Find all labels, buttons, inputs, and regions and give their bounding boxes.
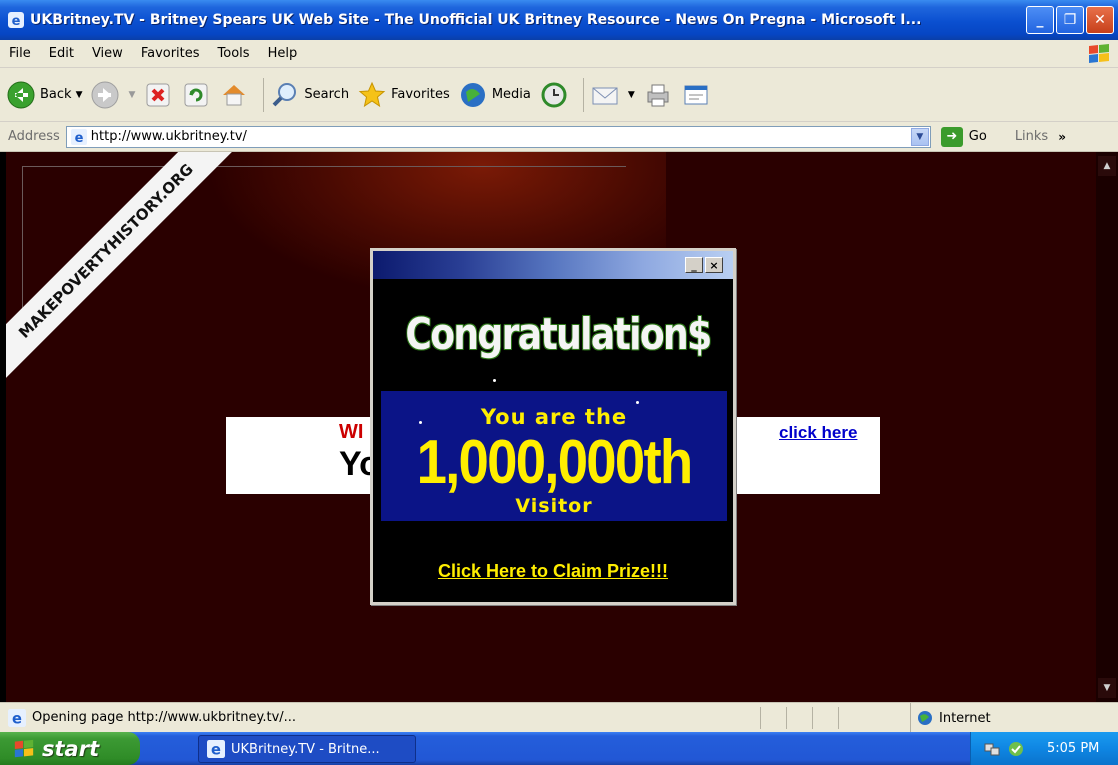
windows-logo-icon (14, 739, 34, 757)
windows-logo-icon (1089, 44, 1109, 63)
toolbar-separator (263, 77, 265, 112)
toolbar: Back ▼ ▼ Search Favorites Media ▼ (0, 68, 1118, 122)
start-label: start (42, 736, 100, 761)
popup-titlebar[interactable]: _ × (373, 251, 733, 279)
sparkle (493, 379, 496, 382)
window-title: UKBritney.TV - Britney Spears UK Web Sit… (30, 12, 922, 28)
menu-edit[interactable]: Edit (40, 46, 83, 61)
svg-text:e: e (74, 131, 83, 145)
search-icon (272, 82, 297, 106)
stop-icon[interactable] (143, 80, 173, 110)
address-bar: Address e http://www.ukbritney.tv/ ▼ ➜ G… (0, 122, 1118, 152)
forward-arrow-icon (91, 81, 119, 108)
menu-file[interactable]: File (0, 46, 40, 61)
minimize-button[interactable]: _ (1026, 6, 1054, 34)
forward-dropdown-icon[interactable]: ▼ (128, 90, 135, 100)
network-icon[interactable] (983, 740, 1001, 758)
back-arrow-icon (7, 81, 35, 108)
ie-icon: e (8, 12, 24, 28)
menu-favorites[interactable]: Favorites (132, 46, 209, 61)
menu-view[interactable]: View (83, 46, 132, 61)
back-label: Back (40, 87, 72, 102)
page-icon: e (70, 128, 87, 145)
milestone-number: 1,000,000th (416, 428, 694, 497)
status-bar: e Opening page http://www.ukbritney.tv/.… (0, 702, 1118, 733)
star-icon (358, 81, 386, 107)
ie-icon: e (207, 740, 225, 758)
menu-bar: File Edit View Favorites Tools Help (0, 40, 1118, 68)
zone-label: Internet (939, 710, 991, 726)
address-input[interactable]: e http://www.ukbritney.tv/ ▼ (65, 125, 931, 148)
claim-prize-link[interactable]: Click Here to Claim Prize!!! (373, 561, 733, 582)
close-button[interactable]: ✕ (1086, 6, 1114, 34)
welcome-red-text: WI (339, 421, 364, 443)
edit-icon[interactable] (681, 80, 711, 110)
links-chevron-icon[interactable]: » (1058, 130, 1066, 144)
start-button[interactable]: start (0, 732, 140, 765)
restore-button[interactable]: ❐ (1056, 6, 1084, 34)
svg-text:e: e (211, 742, 221, 758)
vertical-scrollbar[interactable]: ▲ ▼ (1096, 152, 1118, 702)
scroll-down-icon[interactable]: ▼ (1098, 678, 1116, 698)
status-text: Opening page http://www.ukbritney.tv/... (32, 710, 297, 725)
clock: 5:05 PM (1047, 741, 1100, 756)
visitor-text: Visitor (515, 495, 593, 517)
search-label: Search (304, 87, 350, 102)
links-button[interactable]: Links (1015, 129, 1048, 144)
mail-icon (592, 87, 618, 104)
address-url: http://www.ukbritney.tv/ (90, 129, 247, 144)
media-button[interactable]: Media (458, 80, 531, 110)
poverty-banner-text: MAKEPOVERTYHISTORY.ORG (6, 152, 240, 385)
scroll-up-icon[interactable]: ▲ (1098, 156, 1116, 176)
back-button[interactable]: Back ▼ (6, 80, 82, 110)
system-tray: 5:05 PM (970, 732, 1118, 765)
congrats-heading: Congratulation$ (405, 309, 712, 360)
back-dropdown-icon[interactable]: ▼ (76, 90, 83, 100)
menu-tools[interactable]: Tools (209, 46, 259, 61)
popup-close-button[interactable]: × (705, 257, 723, 273)
media-icon (460, 82, 485, 107)
security-zone: Internet (910, 703, 991, 733)
globe-icon (918, 711, 932, 725)
svg-text:e: e (12, 710, 22, 726)
popup-minimize-button[interactable]: _ (685, 257, 703, 273)
home-icon[interactable] (219, 80, 249, 110)
taskbar-item-ie[interactable]: e UKBritney.TV - Britne... (198, 735, 416, 763)
address-dropdown-icon[interactable]: ▼ (910, 127, 929, 146)
toolbar-separator (582, 77, 584, 112)
click-here-link[interactable]: click here (779, 423, 857, 443)
mail-button[interactable]: ▼ (590, 80, 635, 110)
go-button[interactable]: ➜ Go (940, 126, 987, 147)
taskbar-item-label: UKBritney.TV - Britne... (231, 741, 380, 757)
address-label: Address (8, 129, 60, 144)
prize-popup-window[interactable]: _ × Congratulation$ You are the 1,000,00… (370, 248, 736, 605)
favorites-button[interactable]: Favorites (357, 80, 450, 110)
refresh-icon[interactable] (181, 80, 211, 110)
history-icon[interactable] (539, 80, 569, 110)
window-titlebar[interactable]: e UKBritney.TV - Britney Spears UK Web S… (0, 0, 1118, 40)
print-icon[interactable] (643, 80, 673, 110)
menu-help[interactable]: Help (259, 46, 307, 61)
ie-page-icon: e (8, 708, 26, 727)
you-are-text: You are the (480, 405, 628, 429)
svg-text:e: e (12, 14, 21, 28)
media-label: Media (491, 87, 531, 102)
sparkle (636, 401, 639, 404)
status-panels (760, 707, 910, 729)
prize-box: You are the 1,000,000th Visitor (381, 391, 727, 521)
poverty-banner[interactable]: MAKEPOVERTYHISTORY.ORG (6, 152, 246, 392)
taskbar: start e UKBritney.TV - Britne... 5:05 PM (0, 732, 1118, 765)
mail-dropdown-icon[interactable]: ▼ (628, 90, 635, 100)
go-arrow-icon: ➜ (940, 126, 963, 147)
favorites-label: Favorites (391, 87, 450, 102)
search-button[interactable]: Search (270, 80, 349, 110)
tray-app-icon[interactable] (1007, 740, 1025, 758)
go-label: Go (968, 129, 987, 144)
forward-button[interactable]: ▼ (90, 80, 135, 110)
